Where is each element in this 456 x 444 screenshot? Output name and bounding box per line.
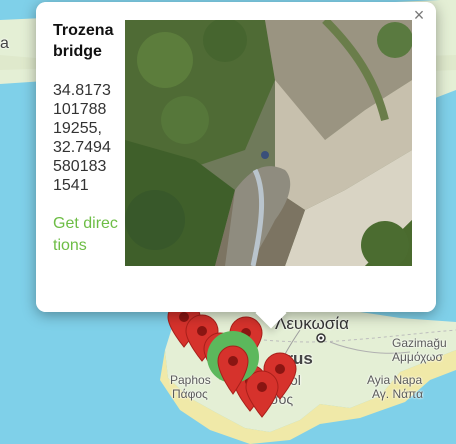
popup-coordinates: 34.8173101788 19255, 32.7494580183 1541: [53, 82, 111, 194]
info-popup: × Trozena bridge 34.8173101788 19255, 32…: [36, 2, 436, 329]
selected-marker-icon[interactable]: [206, 330, 260, 396]
popup-title: Trozena bridge: [53, 22, 114, 60]
popup-content: × Trozena bridge 34.8173101788 19255, 32…: [36, 2, 436, 312]
location-photo: [125, 20, 412, 266]
popup-info: Trozena bridge 34.8173101788 19255, 32.7…: [53, 20, 125, 257]
close-icon[interactable]: ×: [409, 5, 429, 25]
get-directions-link[interactable]: Get directions: [53, 213, 121, 257]
